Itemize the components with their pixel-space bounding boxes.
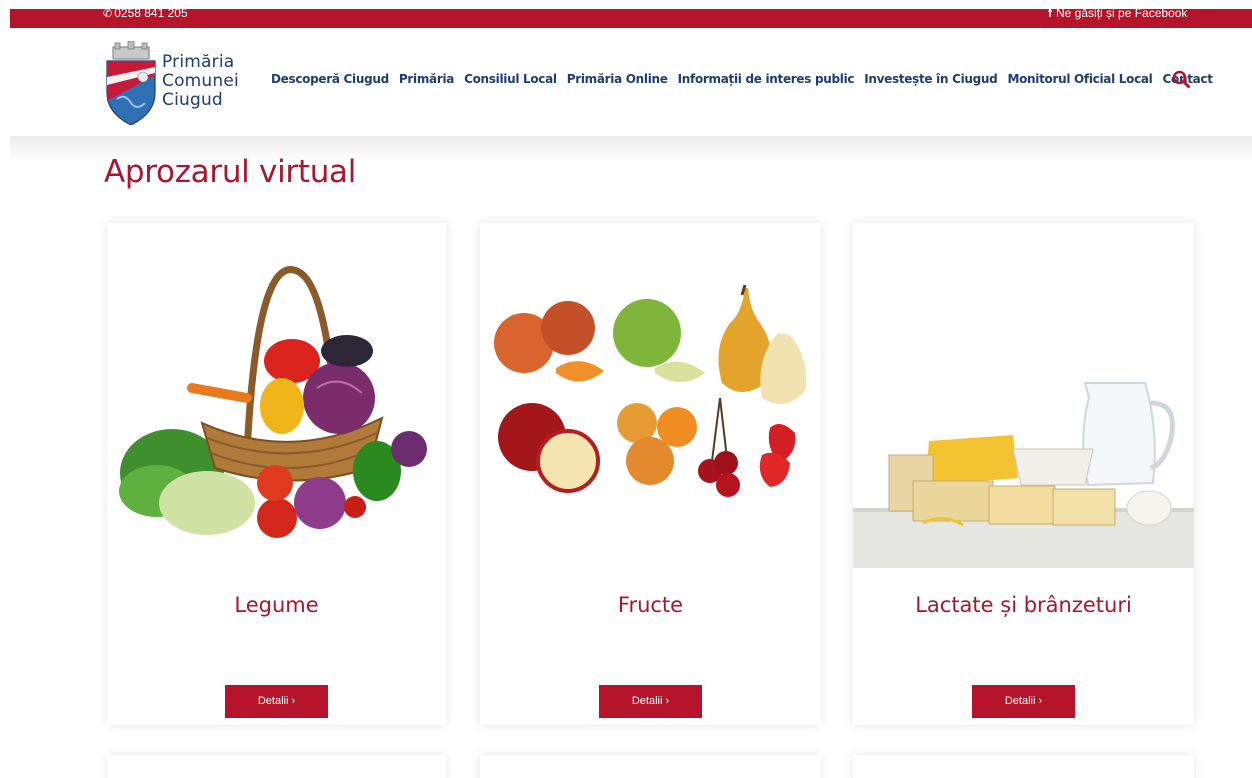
nav-primaria-online[interactable]: Primăria Online: [567, 72, 668, 86]
facebook-icon: f: [1048, 6, 1052, 20]
product-card-fructe[interactable]: Fructe Detalii ›: [480, 223, 821, 725]
product-card-legume[interactable]: Legume Detalii ›: [107, 223, 446, 725]
brand-line-2: Comunei: [162, 71, 239, 91]
card-title: Lactate și brânzeturi: [915, 593, 1132, 617]
crest-icon[interactable]: [105, 41, 157, 125]
nav-monitorul-oficial[interactable]: Monitorul Oficial Local: [1007, 72, 1152, 86]
product-card-partial[interactable]: [107, 755, 446, 778]
details-button[interactable]: Detalii ›: [972, 685, 1075, 718]
search-icon[interactable]: [1172, 70, 1190, 88]
nav-primaria[interactable]: Primăria: [399, 72, 454, 86]
facebook-link[interactable]: f Ne găsiți și pe Facebook: [1048, 6, 1187, 20]
top-bar: ✆ 0258 841 205 f Ne găsiți și pe Faceboo…: [10, 6, 1252, 28]
details-button[interactable]: Detalii ›: [225, 685, 328, 718]
nav-consiliul-local[interactable]: Consiliul Local: [464, 72, 557, 86]
page-title: Aprozarul virtual: [104, 154, 357, 190]
site-header: Primăria Comunei Ciugud Descoperă Ciugud…: [10, 28, 1252, 136]
facebook-label: Ne găsiți și pe Facebook: [1056, 6, 1188, 20]
nav-informatii-publice[interactable]: Informații de interes public: [678, 72, 855, 86]
vegetables-image: [119, 266, 427, 538]
product-card-lactate[interactable]: Lactate și brânzeturi Detalii ›: [853, 223, 1194, 725]
product-card-partial[interactable]: [853, 755, 1194, 778]
nav-investeste[interactable]: Investește în Ciugud: [864, 72, 998, 86]
phone-number: 0258 841 205: [114, 6, 188, 20]
nav-descopera-ciugud[interactable]: Descoperă Ciugud: [271, 72, 389, 86]
brand-name[interactable]: Primăria Comunei Ciugud: [162, 53, 239, 110]
dairy-image: [853, 382, 1194, 568]
product-card-partial[interactable]: [480, 755, 821, 778]
fruits-image: [494, 284, 806, 497]
details-button[interactable]: Detalii ›: [599, 685, 702, 718]
card-title: Fructe: [617, 593, 684, 617]
card-title: Legume: [234, 593, 319, 617]
main-nav: Descoperă Ciugud Primăria Consiliul Loca…: [271, 72, 1223, 86]
brand-line-1: Primăria: [162, 52, 235, 72]
phone-contact[interactable]: ✆ 0258 841 205: [103, 6, 188, 20]
phone-icon: ✆: [103, 7, 113, 20]
brand-line-3: Ciugud: [162, 90, 223, 110]
